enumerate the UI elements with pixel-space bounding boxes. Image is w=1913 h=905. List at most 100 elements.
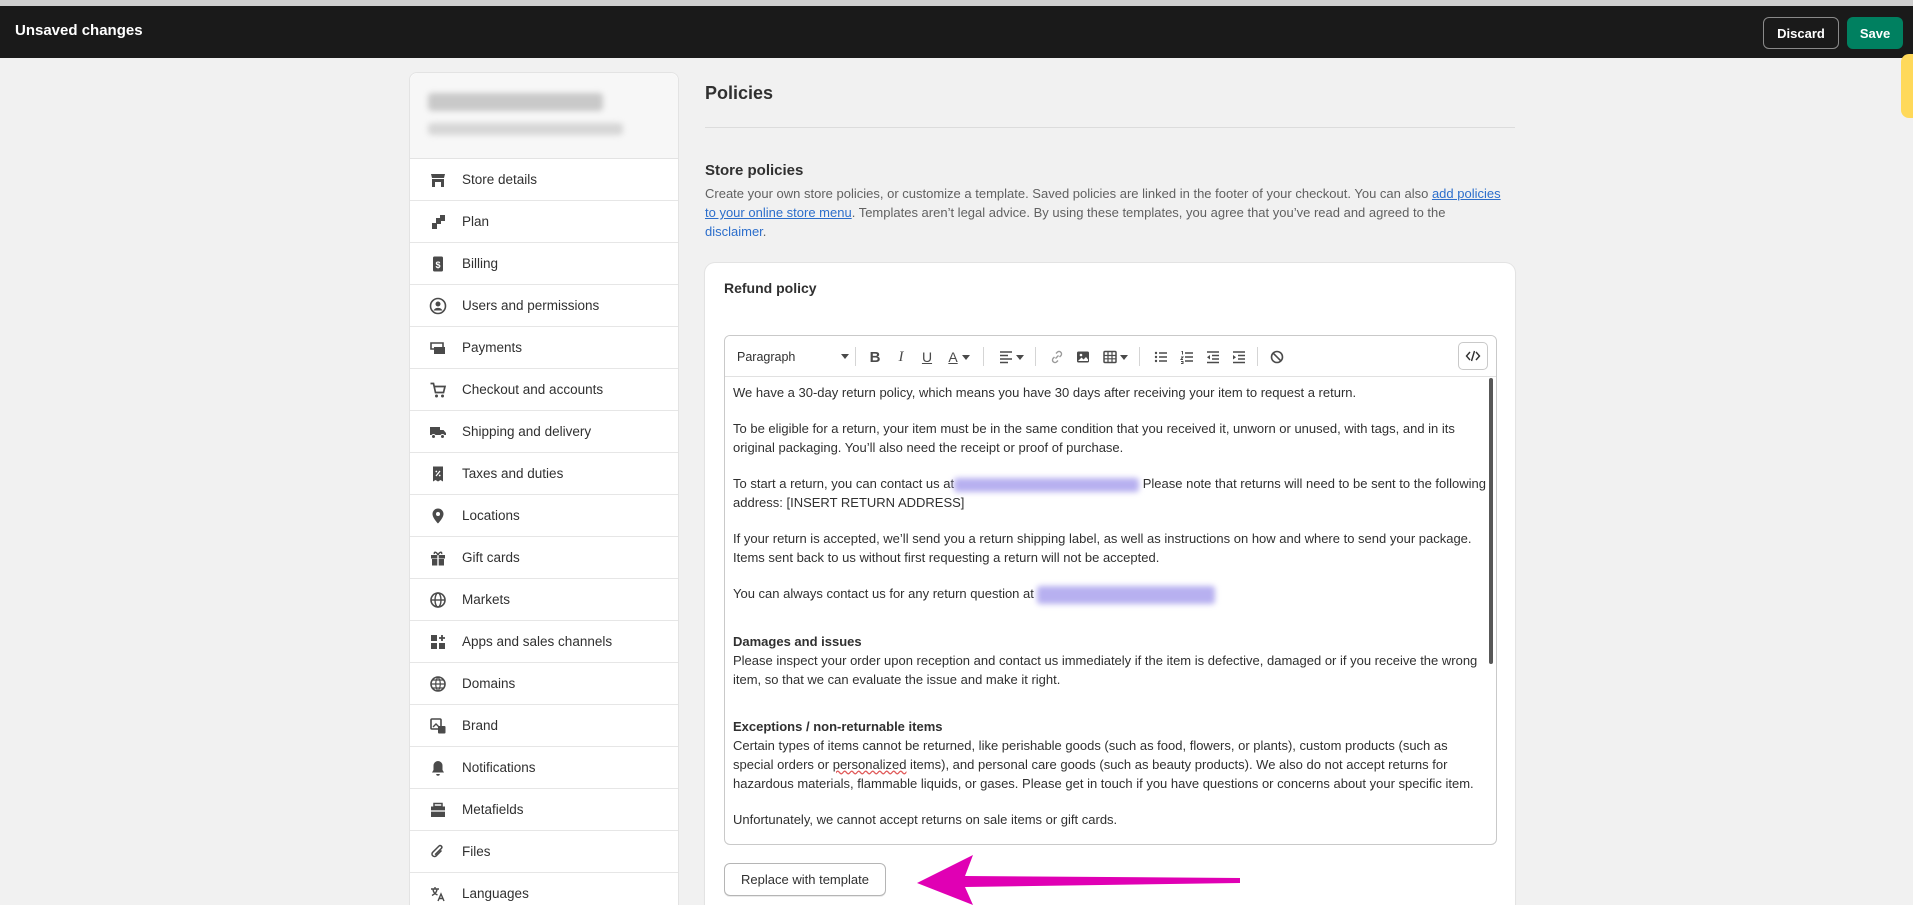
sidebar-item-checkout-and-accounts[interactable]: Checkout and accounts [410, 369, 678, 411]
outdent-icon[interactable] [1203, 347, 1223, 367]
desc-text: . [762, 224, 767, 239]
location-pin-icon [428, 506, 448, 526]
sidebar-item-label: Checkout and accounts [462, 382, 604, 397]
paragraph-format-select[interactable]: Paragraph [737, 347, 849, 367]
policy-text: You can always contact us for any return… [733, 586, 1038, 601]
sidebar-item-label: Domains [462, 676, 516, 691]
sidebar-item-billing[interactable]: $ Billing [410, 243, 678, 285]
svg-text:$: $ [435, 260, 440, 270]
language-icon [428, 884, 448, 904]
section-description: Create your own store policies, or custo… [705, 184, 1515, 241]
policy-paragraph: You can always contact us for any return… [733, 584, 1488, 604]
align-left-icon[interactable] [995, 347, 1027, 367]
toolbar-separator [1139, 347, 1140, 366]
spellcheck-word: personalized [832, 756, 907, 772]
sidebar-item-locations[interactable]: Locations [410, 495, 678, 537]
sidebar-item-domains[interactable]: Domains [410, 663, 678, 705]
desc-text: . Templates aren’t legal advice. By usin… [851, 205, 1446, 220]
desc-text: Create your own store policies, or custo… [705, 186, 1432, 201]
cart-icon [428, 380, 448, 400]
sidebar-item-store-details[interactable]: Store details [410, 159, 678, 201]
sidebar-item-plan[interactable]: Plan [410, 201, 678, 243]
image-icon[interactable] [1073, 347, 1093, 367]
metafields-icon [428, 800, 448, 820]
policy-paragraph: We have a 30-day return policy, which me… [733, 385, 1357, 400]
sidebar-item-markets[interactable]: Markets [410, 579, 678, 621]
rich-text-editor[interactable]: Paragraph B I U A We have a 30-day retur… [724, 335, 1497, 845]
gift-icon [428, 548, 448, 568]
brand-icon [428, 716, 448, 736]
underline-icon[interactable]: U [917, 347, 937, 367]
table-icon[interactable] [1099, 347, 1131, 367]
sidebar-item-notifications[interactable]: Notifications [410, 747, 678, 789]
contextual-save-bar: Unsaved changes Discard Save [0, 6, 1913, 58]
settings-sidebar: Store details Plan $ Billing Users and permi… [409, 72, 679, 905]
card-title: Refund policy [724, 280, 817, 296]
policy-heading: Exceptions / non-returnable items [733, 718, 943, 734]
sidebar-item-payments[interactable]: Payments [410, 327, 678, 369]
redacted-email [954, 477, 1140, 492]
policy-paragraph: To start a return, you can contact us at… [733, 474, 1488, 512]
annotation-arrow-icon [917, 855, 1240, 905]
sidebar-item-metafields[interactable]: Metafields [410, 789, 678, 831]
apps-icon [428, 632, 448, 652]
toolbar-separator [1035, 347, 1036, 366]
sidebar-item-label: Gift cards [462, 550, 520, 565]
bell-icon [428, 758, 448, 778]
sidebar-item-label: Files [462, 844, 491, 859]
unsaved-changes-title: Unsaved changes [15, 22, 143, 39]
store-icon [428, 170, 448, 190]
text-color-icon[interactable]: A [943, 347, 975, 367]
refund-policy-card: Refund policy Paragraph B I U A We have [705, 263, 1515, 905]
divider [705, 127, 1515, 128]
store-name-redacted [428, 93, 603, 111]
policy-text: To start a return, you can contact us at [733, 476, 955, 491]
policy-paragraph: Unfortunately, we cannot accept returns … [733, 811, 1118, 827]
numbered-list-icon[interactable] [1177, 347, 1197, 367]
redacted-email [1037, 585, 1216, 604]
sidebar-item-label: Markets [462, 592, 511, 607]
discard-button[interactable]: Discard [1763, 17, 1839, 49]
bullet-list-icon[interactable] [1151, 347, 1171, 367]
code-view-icon[interactable] [1458, 342, 1488, 370]
sidebar-item-files[interactable]: Files [410, 831, 678, 873]
replace-with-template-button[interactable]: Replace with template [724, 863, 886, 896]
editor-content[interactable]: We have a 30-day return policy, which me… [725, 377, 1496, 844]
sidebar-item-label: Shipping and delivery [462, 424, 592, 439]
sidebar-item-shipping-and-delivery[interactable]: Shipping and delivery [410, 411, 678, 453]
sidebar-item-label: Plan [462, 214, 490, 229]
store-url-redacted [428, 123, 623, 135]
sidebar-item-label: Apps and sales channels [462, 634, 613, 649]
italic-icon[interactable]: I [891, 347, 911, 367]
policy-paragraph: If your return is accepted, we’ll send y… [733, 531, 1472, 565]
toolbar-separator [983, 347, 984, 366]
save-button[interactable]: Save [1847, 17, 1903, 49]
sidebar-item-apps-and-sales-channels[interactable]: Apps and sales channels [410, 621, 678, 663]
format-value: Paragraph [737, 350, 796, 364]
side-feedback-tab[interactable] [1901, 54, 1913, 118]
clear-formatting-icon[interactable] [1267, 347, 1287, 367]
bold-icon[interactable]: B [865, 347, 885, 367]
sidebar-item-gift-cards[interactable]: Gift cards [410, 537, 678, 579]
sidebar-item-taxes-and-duties[interactable]: Taxes and duties [410, 453, 678, 495]
policy-paragraph: Damages and issues Please inspect your or… [733, 632, 1488, 689]
editor-scrollbar[interactable] [1489, 378, 1493, 664]
receipt-icon [428, 464, 448, 484]
sidebar-item-users-and-permissions[interactable]: Users and permissions [410, 285, 678, 327]
sidebar-item-brand[interactable]: Brand [410, 705, 678, 747]
sidebar-item-label: Notifications [462, 760, 536, 775]
sidebar-item-label: Languages [462, 886, 529, 901]
link-icon[interactable] [1047, 347, 1067, 367]
disclaimer-link[interactable]: disclaimer [705, 224, 763, 239]
policy-paragraph: To be eligible for a return, your item m… [733, 421, 1455, 455]
sidebar-item-label: Brand [462, 718, 499, 733]
payments-icon [428, 338, 448, 358]
chevron-down-icon [841, 354, 849, 359]
sidebar-item-languages[interactable]: Languages [410, 873, 678, 905]
section-title: Store policies [705, 162, 804, 179]
paperclip-icon [428, 842, 448, 862]
policy-paragraph: Exceptions / non-returnable items Certain… [733, 717, 1488, 793]
plan-icon [428, 212, 448, 232]
indent-icon[interactable] [1229, 347, 1249, 367]
toolbar-separator [855, 347, 856, 366]
